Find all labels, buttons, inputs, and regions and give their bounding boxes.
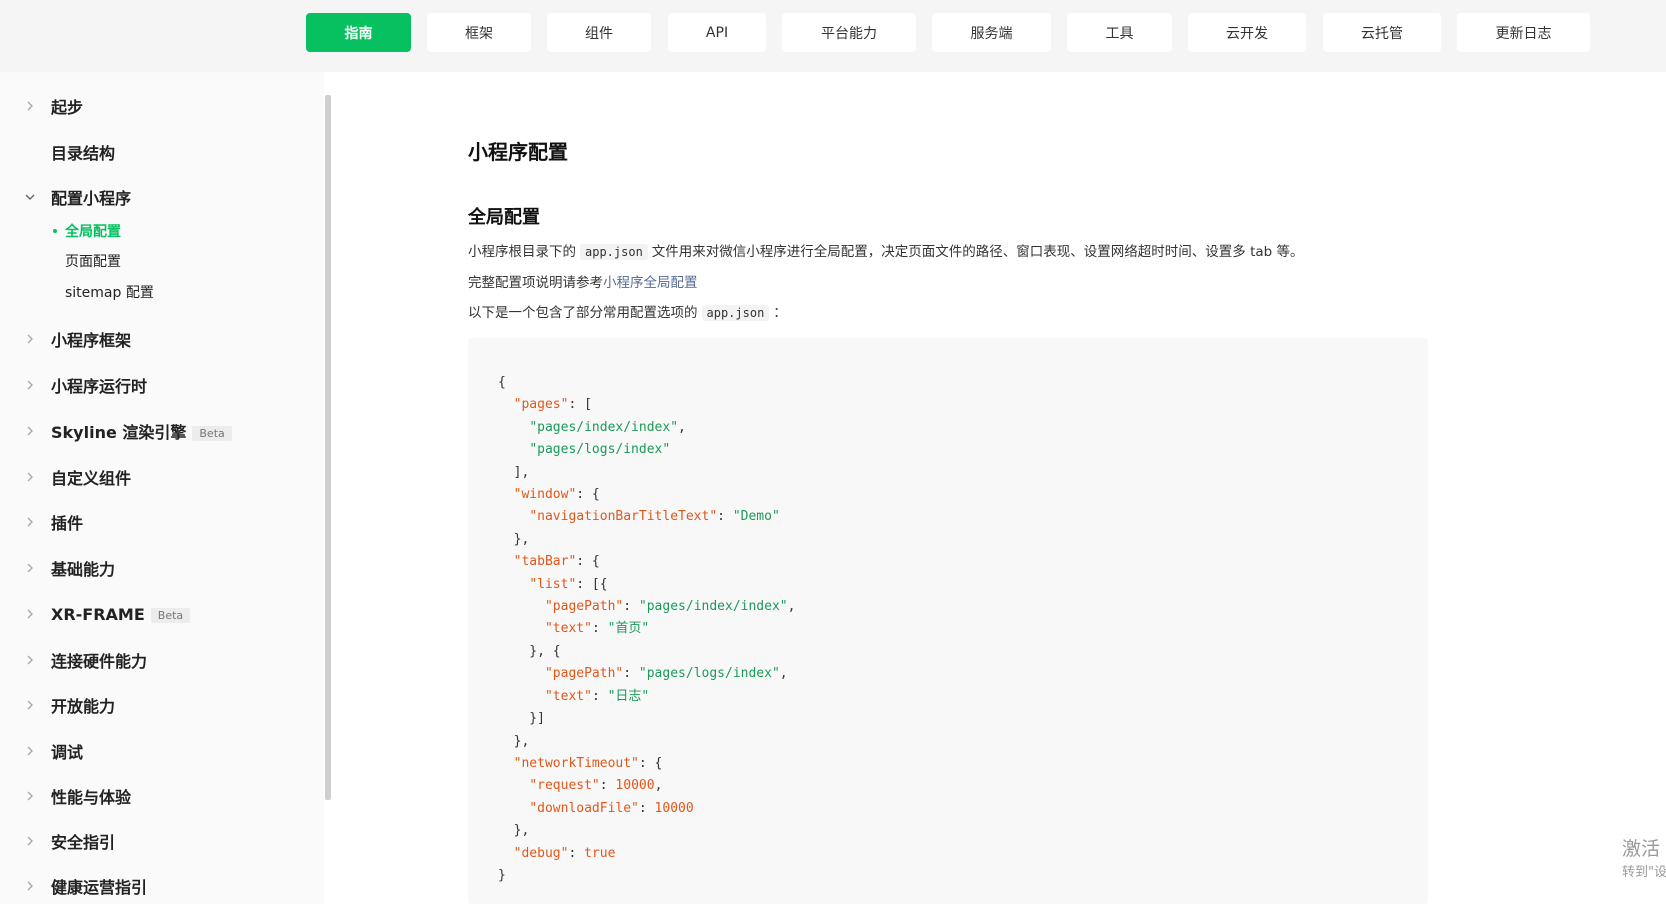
chevron-right-icon	[27, 472, 33, 482]
active-dot-icon	[53, 229, 57, 233]
sidebar-item-label: 起步	[51, 98, 84, 117]
sidebar-item-label: Skyline 渲染引擎	[51, 423, 187, 442]
sidebar-item-label: 目录结构	[51, 144, 116, 163]
sidebar-item-label: 调试	[51, 743, 84, 762]
sidebar-subitem-global-config[interactable]: 全局配置	[0, 218, 320, 244]
sidebar-item-open-capabilities[interactable]: 开放能力	[0, 687, 320, 723]
sidebar-item-debug[interactable]: 调试	[0, 733, 320, 769]
code-block: { "pages": [ "pages/index/index", "pages…	[468, 338, 1428, 904]
sidebar-item-hardware[interactable]: 连接硬件能力	[0, 642, 320, 678]
intro-text-before: 小程序根目录下的	[468, 244, 576, 260]
sidebar-item-framework[interactable]: 小程序框架	[0, 321, 320, 357]
sidebar-item-label: 健康运营指引	[51, 878, 148, 897]
sidebar-item-xr-frame[interactable]: XR-FRAME Beta	[0, 596, 320, 632]
sidebar-subitem-label: sitemap 配置	[65, 285, 154, 301]
sidebar-item-runtime[interactable]: 小程序运行时	[0, 367, 320, 403]
global-config-link[interactable]: 小程序全局配置	[603, 275, 698, 291]
sidebar-item-label: 小程序运行时	[51, 377, 148, 396]
top-nav-bar: 指南 框架 组件 API 平台能力 服务端 工具 云开发 云托管 更新日志	[0, 0, 1666, 72]
sidebar-item-plugins[interactable]: 插件	[0, 504, 320, 540]
sidebar-subitem-label: 页面配置	[65, 254, 121, 270]
tab-platform-capability[interactable]: 平台能力	[782, 13, 916, 52]
sidebar-item-skyline[interactable]: Skyline 渲染引擎 Beta	[0, 413, 320, 449]
chevron-right-icon	[27, 380, 33, 390]
reference-text: 完整配置项说明请参考	[468, 275, 603, 291]
sidebar-subitem-label: 全局配置	[65, 224, 121, 240]
chevron-right-icon	[27, 517, 33, 527]
sidebar-subitem-page-config[interactable]: 页面配置	[0, 248, 320, 274]
tab-framework[interactable]: 框架	[427, 13, 531, 52]
sidebar-item-label: 插件	[51, 514, 84, 533]
code-content: { "pages": [ "pages/index/index", "pages…	[498, 375, 796, 883]
sidebar-item-label: 自定义组件	[51, 469, 132, 488]
activation-watermark: 激活	[1622, 838, 1661, 860]
beta-badge: Beta	[150, 607, 191, 623]
chevron-right-icon	[27, 609, 33, 619]
example-text-after: ：	[773, 305, 787, 321]
inline-code: app.json	[580, 244, 648, 260]
tab-changelog[interactable]: 更新日志	[1457, 13, 1590, 52]
intro-paragraph: 小程序根目录下的 app.json 文件用来对微信小程序进行全局配置，决定页面文件的…	[468, 240, 1304, 260]
sidebar-item-label-group: Skyline 渲染引擎 Beta	[51, 419, 232, 443]
sidebar-item-getting-started[interactable]: 起步	[0, 88, 320, 124]
tab-server[interactable]: 服务端	[932, 13, 1051, 52]
reference-paragraph: 完整配置项说明请参考小程序全局配置	[468, 271, 698, 291]
page-title: 小程序配置	[468, 140, 568, 164]
tab-cloud-hosting[interactable]: 云托管	[1323, 13, 1441, 52]
beta-badge: Beta	[192, 426, 232, 441]
chevron-right-icon	[27, 655, 33, 665]
chevron-right-icon	[27, 746, 33, 756]
section-title: 全局配置	[468, 207, 540, 228]
tab-cloud-dev[interactable]: 云开发	[1188, 13, 1306, 52]
chevron-right-icon	[27, 334, 33, 344]
sidebar-item-label: 开放能力	[51, 697, 116, 716]
sidebar-item-label: 连接硬件能力	[51, 652, 148, 671]
sidebar-item-label: 性能与体验	[51, 788, 132, 807]
sidebar-item-label: 基础能力	[51, 560, 116, 579]
sidebar-scrollbar[interactable]	[325, 95, 331, 800]
sidebar-item-custom-components[interactable]: 自定义组件	[0, 459, 320, 495]
tab-components[interactable]: 组件	[547, 13, 651, 52]
tab-tools[interactable]: 工具	[1067, 13, 1172, 52]
sidebar-item-operations[interactable]: 健康运营指引	[0, 868, 320, 904]
intro-text-after: 文件用来对微信小程序进行全局配置，决定页面文件的路径、窗口表现、设置网络超时时间…	[651, 244, 1304, 260]
tab-guide[interactable]: 指南	[306, 13, 411, 52]
example-paragraph: 以下是一个包含了部分常用配置选项的 app.json：	[468, 301, 787, 321]
activation-watermark-sub: 转到"设	[1622, 865, 1666, 880]
sidebar-item-configure[interactable]: 配置小程序	[0, 179, 320, 215]
chevron-right-icon	[27, 101, 33, 111]
sidebar-item-directory-structure[interactable]: 目录结构	[0, 134, 320, 170]
chevron-right-icon	[27, 426, 33, 436]
chevron-right-icon	[27, 881, 33, 891]
sidebar-item-security[interactable]: 安全指引	[0, 823, 320, 859]
chevron-down-icon	[25, 194, 35, 200]
sidebar-subitem-sitemap-config[interactable]: sitemap 配置	[0, 279, 320, 305]
chevron-right-icon	[27, 791, 33, 801]
sidebar-item-label: 配置小程序	[51, 189, 132, 208]
chevron-right-icon	[27, 700, 33, 710]
sidebar-item-label: XR-FRAME	[51, 604, 145, 624]
example-text-before: 以下是一个包含了部分常用配置选项的	[468, 305, 698, 321]
chevron-right-icon	[27, 836, 33, 846]
sidebar-item-basic-capabilities[interactable]: 基础能力	[0, 550, 320, 586]
inline-code: app.json	[701, 305, 770, 321]
tab-api[interactable]: API	[668, 13, 766, 52]
sidebar-item-label: 安全指引	[51, 833, 116, 852]
sidebar-item-label: 小程序框架	[51, 331, 132, 350]
sidebar-item-label-group: XR-FRAME Beta	[51, 604, 191, 624]
sidebar-item-performance[interactable]: 性能与体验	[0, 778, 320, 814]
chevron-right-icon	[27, 563, 33, 573]
